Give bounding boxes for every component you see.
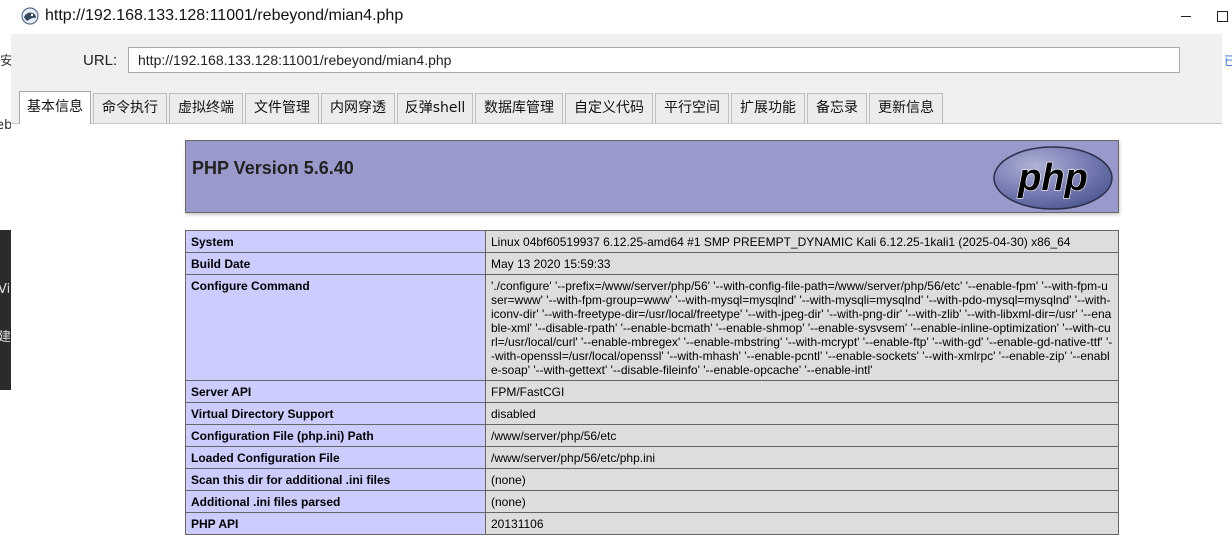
row-key: Scan this dir for additional .ini files bbox=[185, 468, 486, 491]
table-row: Loaded Configuration File/www/server/php… bbox=[185, 446, 1119, 469]
row-key: PHP API bbox=[185, 512, 486, 535]
tab-file-manager[interactable]: 文件管理 bbox=[245, 93, 319, 123]
url-bar: URL: bbox=[11, 34, 1222, 86]
background-fragment: Vi bbox=[0, 282, 11, 297]
behinder-app-icon bbox=[21, 7, 39, 25]
table-row: PHP API 20131106 bbox=[185, 512, 1119, 535]
url-label: URL: bbox=[83, 52, 118, 69]
tab-reverse-shell[interactable]: 反弹shell bbox=[397, 93, 473, 123]
row-value: May 13 2020 15:59:33 bbox=[485, 252, 1119, 275]
background-window-right-strip: 已 bbox=[1222, 40, 1232, 547]
tab-database-manager[interactable]: 数据库管理 bbox=[475, 93, 563, 123]
table-row: Build Date May 13 2020 15:59:33 bbox=[185, 252, 1119, 275]
row-key: Build Date bbox=[185, 252, 486, 275]
row-value: FPM/FastCGI bbox=[485, 380, 1119, 403]
row-key: Configure Command bbox=[185, 274, 486, 381]
table-row: Server API FPM/FastCGI bbox=[185, 380, 1119, 403]
tab-virtual-terminal[interactable]: 虚拟终端 bbox=[169, 93, 243, 123]
tab-custom-code[interactable]: 自定义代码 bbox=[565, 93, 653, 123]
row-key: Virtual Directory Support bbox=[185, 402, 486, 425]
url-input[interactable] bbox=[128, 47, 1180, 73]
background-fragment: 建 bbox=[0, 326, 11, 345]
row-value: /www/server/php/56/etc/php.ini bbox=[485, 446, 1119, 469]
row-key: System bbox=[185, 230, 486, 253]
row-key: Configuration File (php.ini) Path bbox=[185, 424, 486, 447]
table-row: Configure Command './configure' '--prefix… bbox=[185, 274, 1119, 381]
tab-bar: 基本信息 命令执行 虚拟终端 文件管理 内网穿透 反弹shell 数据库管理 自… bbox=[11, 86, 1222, 124]
tab-command-exec[interactable]: 命令执行 bbox=[93, 93, 167, 123]
row-value: /www/server/php/56/etc bbox=[485, 424, 1119, 447]
row-key: Server API bbox=[185, 380, 486, 403]
row-value: (none) bbox=[485, 490, 1119, 513]
tab-update-info[interactable]: 更新信息 bbox=[869, 93, 943, 123]
title-bar[interactable]: http://192.168.133.128:11001/rebeyond/mi… bbox=[11, 0, 1228, 34]
phpinfo-table: System Linux 04bf60519937 6.12.25-amd64 #… bbox=[185, 230, 1119, 535]
row-key: Loaded Configuration File bbox=[185, 446, 486, 469]
background-dark-panel: Vi 建 bbox=[0, 230, 11, 390]
table-row: Scan this dir for additional .ini files(… bbox=[185, 468, 1119, 491]
php-logo-icon: php bbox=[993, 146, 1113, 210]
webshell-window: http://192.168.133.128:11001/rebeyond/mi… bbox=[11, 0, 1228, 547]
minimize-button[interactable] bbox=[1175, 6, 1197, 28]
tab-basic-info[interactable]: 基本信息 bbox=[19, 91, 91, 124]
table-row: Additional .ini files parsed (none) bbox=[185, 490, 1119, 513]
tab-intranet-tunnel[interactable]: 内网穿透 bbox=[321, 93, 395, 123]
row-value: disabled bbox=[485, 402, 1119, 425]
tab-parallel-space[interactable]: 平行空间 bbox=[655, 93, 729, 123]
row-value: Linux 04bf60519937 6.12.25-amd64 #1 SMP … bbox=[485, 230, 1119, 253]
table-row: Configuration File (php.ini) Path/www/se… bbox=[185, 424, 1119, 447]
tab-extensions[interactable]: 扩展功能 bbox=[731, 93, 805, 123]
phpinfo-content[interactable]: PHP Version 5.6.40 php System Linux 04bf6… bbox=[11, 124, 1222, 547]
table-row: Virtual Directory Support disabled bbox=[185, 402, 1119, 425]
row-value: (none) bbox=[485, 468, 1119, 491]
php-logo-text: php bbox=[1017, 157, 1088, 199]
window-title: http://192.168.133.128:11001/rebeyond/mi… bbox=[45, 7, 404, 24]
tab-memo[interactable]: 备忘录 bbox=[807, 93, 867, 123]
row-value: './configure' '--prefix=/www/server/php/… bbox=[485, 274, 1119, 381]
php-version-title: PHP Version 5.6.40 bbox=[192, 158, 354, 178]
maximize-button[interactable] bbox=[1211, 6, 1232, 28]
background-fragment: 已 bbox=[1224, 54, 1232, 68]
table-row: System Linux 04bf60519937 6.12.25-amd64 #… bbox=[185, 230, 1119, 253]
row-key: Additional .ini files parsed bbox=[185, 490, 486, 513]
php-version-header: PHP Version 5.6.40 php bbox=[185, 140, 1119, 213]
row-value: 20131106 bbox=[485, 512, 1119, 535]
